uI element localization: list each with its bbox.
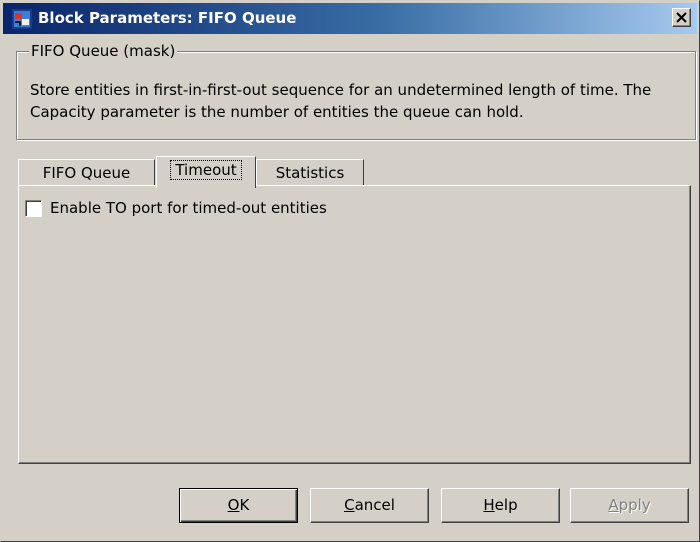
block-parameters-dialog: Block Parameters: FIFO Queue FIFO Queue …: [0, 0, 700, 542]
enable-to-port-option[interactable]: Enable TO port for timed-out entities: [25, 199, 327, 217]
cancel-mnemonic: C: [344, 496, 355, 514]
help-mnemonic: H: [483, 496, 495, 514]
tab-label: Statistics: [275, 164, 345, 182]
tab-statistics[interactable]: Statistics: [256, 159, 364, 186]
ok-label-rest: K: [239, 496, 250, 514]
enable-to-port-checkbox[interactable]: [25, 199, 42, 217]
apply-label-rest: pply: [618, 496, 651, 514]
close-button[interactable]: [672, 8, 691, 27]
apply-button[interactable]: Apply: [570, 488, 689, 523]
simulink-block-icon: [12, 9, 32, 29]
cancel-label-rest: ancel: [354, 496, 395, 514]
tab-label: FIFO Queue: [42, 164, 131, 182]
timeout-tab-panel: Enable TO port for timed-out entities: [18, 185, 691, 464]
block-description: Store entities in first-in-first-out seq…: [30, 81, 652, 121]
cancel-button[interactable]: Cancel: [310, 488, 429, 523]
tab-timeout[interactable]: Timeout: [156, 156, 256, 188]
window-title: Block Parameters: FIFO Queue: [38, 9, 297, 27]
tab-label: Timeout: [170, 160, 242, 180]
tab-fifo-queue[interactable]: FIFO Queue: [18, 159, 155, 186]
title-bar[interactable]: Block Parameters: FIFO Queue: [3, 3, 697, 34]
mask-description-group: FIFO Queue (mask) Store entities in firs…: [16, 42, 696, 140]
help-button[interactable]: Help: [441, 488, 560, 523]
help-label-rest: elp: [494, 496, 518, 514]
group-legend: FIFO Queue (mask): [29, 42, 178, 60]
ok-button[interactable]: OK: [179, 488, 298, 523]
enable-to-port-label[interactable]: Enable TO port for timed-out entities: [50, 199, 327, 217]
apply-mnemonic: A: [608, 496, 619, 514]
ok-mnemonic: O: [227, 496, 240, 514]
